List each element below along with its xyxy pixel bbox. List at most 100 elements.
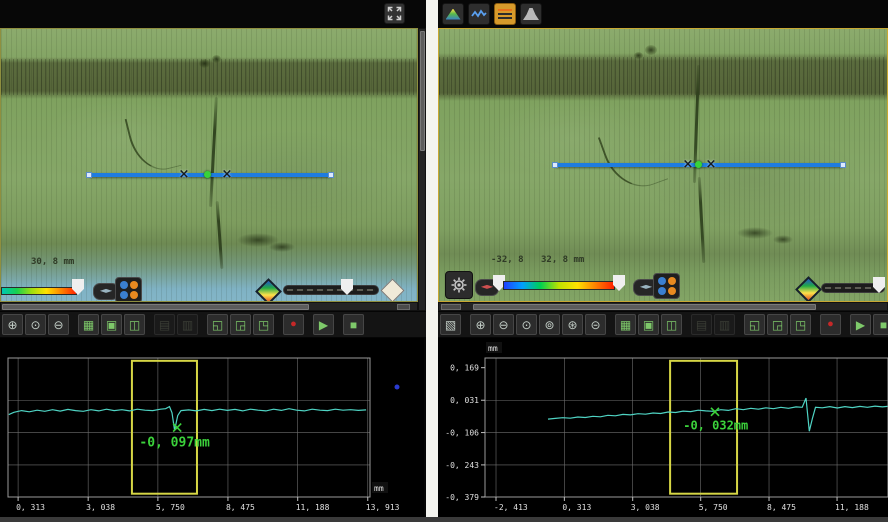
zoom-select-button[interactable]: ⊙ [516, 314, 537, 335]
overlay-tool-icon: ▤ [696, 319, 707, 331]
overlay-tool-button[interactable]: ▤ [691, 314, 712, 335]
settings-button[interactable] [445, 271, 473, 299]
blue-dot-icon [120, 281, 128, 289]
save-image-button[interactable]: ■ [343, 314, 364, 335]
right-image-viewport[interactable]: -32, 8 32, 8 mm [438, 28, 888, 302]
right-image-toolbar: ▧ ⊕ ⊖⊙⊚⊛ ⊝ ▦▣◫ ▤ ▥ ◱◲◳ ● ▶ ■ [438, 312, 888, 337]
gear-icon [450, 276, 468, 294]
horizontal-scroll-thumb[interactable] [473, 304, 816, 310]
opacity-slider-track[interactable] [283, 285, 379, 295]
height-map-mode-button[interactable] [442, 3, 464, 25]
svg-text:3, 038: 3, 038 [631, 503, 660, 512]
zoom-out-button[interactable]: ⊖ [48, 314, 69, 335]
compare-tool-button[interactable]: ▥ [714, 314, 735, 335]
zoom-reset-button[interactable]: ⊕ [2, 314, 23, 335]
surface-pit [212, 55, 221, 63]
line-endpoint-left[interactable] [86, 172, 92, 178]
svg-text:5, 750: 5, 750 [699, 503, 728, 512]
actual-size-button[interactable]: ▣ [638, 314, 659, 335]
compare-tool-button[interactable]: ▥ [177, 314, 198, 335]
right-depth-profile: -2, 4130, 3133, 0385, 7508, 47511, 1880,… [438, 338, 888, 522]
height-colorbar[interactable] [1, 287, 77, 295]
zoom-fit-button[interactable]: ⊚ [539, 314, 560, 335]
height-map-icon [446, 9, 461, 20]
line-endpoint-right[interactable] [840, 162, 846, 168]
profile-trace [9, 407, 366, 431]
save-image-icon: ■ [350, 319, 357, 331]
roi-box[interactable] [132, 361, 197, 494]
vertical-scroll-thumb[interactable] [420, 31, 425, 151]
zoom-region-2-icon: ◲ [235, 319, 246, 331]
blue-dot-icon [658, 287, 666, 295]
save-image-icon: ■ [880, 319, 887, 331]
display-dots-button[interactable] [115, 277, 142, 302]
export-image-button[interactable]: ▶ [313, 314, 334, 335]
zoom-region-3-button[interactable]: ◳ [253, 314, 274, 335]
line-center-point [204, 171, 211, 178]
zoom-out-icon: ⊖ [53, 319, 63, 331]
zoom-in-button[interactable]: ⊙ [25, 314, 46, 335]
left-horizontal-scrollbar[interactable] [0, 302, 418, 311]
profile-mode-button[interactable] [468, 3, 490, 25]
scrollbar-grip[interactable] [441, 304, 461, 310]
export-image-button[interactable]: ▶ [850, 314, 871, 335]
bottom-status-strip [0, 517, 888, 522]
line-endpoint-right[interactable] [328, 172, 334, 178]
record-button[interactable]: ● [820, 314, 841, 335]
layers-icon [498, 9, 512, 19]
svg-text:11, 188: 11, 188 [835, 503, 869, 512]
line-handle-x2[interactable] [704, 158, 718, 172]
peak-shape-icon [523, 8, 539, 20]
zoom-region-2-button[interactable]: ◲ [230, 314, 251, 335]
fit-width-button[interactable]: ◫ [124, 314, 145, 335]
record-icon: ● [827, 319, 834, 330]
zoom-out-button[interactable]: ⊖ [493, 314, 514, 335]
line-handle-x1[interactable] [681, 158, 695, 172]
svg-text:0, 313: 0, 313 [562, 503, 591, 512]
peak-shape-mode-button[interactable] [520, 3, 542, 25]
height-colorbar[interactable] [503, 281, 615, 290]
slider-dashes [287, 289, 375, 291]
orange-dot-icon [130, 281, 138, 289]
zoom-in-icon: ⊕ [475, 319, 485, 331]
record-button[interactable]: ● [283, 314, 304, 335]
zoom-region-1-button[interactable]: ◱ [744, 314, 765, 335]
fit-image-button[interactable]: ▦ [615, 314, 636, 335]
orange-dot-icon [668, 287, 676, 295]
zoom-prev-button[interactable]: ⊝ [585, 314, 606, 335]
zoom-in-icon: ⊙ [30, 319, 40, 331]
left-image-viewport[interactable]: 30, 8 mm [0, 28, 418, 302]
actual-size-button[interactable]: ▣ [101, 314, 122, 335]
overlay-tool-button[interactable]: ▤ [154, 314, 175, 335]
zoom-100-button[interactable]: ⊛ [562, 314, 583, 335]
left-vertical-scrollbar[interactable] [418, 28, 426, 311]
right-horizontal-scrollbar[interactable] [438, 302, 888, 311]
image-mode-button[interactable] [494, 3, 516, 25]
zoom-region-1-button[interactable]: ◱ [207, 314, 228, 335]
line-handle-x1[interactable] [177, 168, 191, 182]
zoom-region-3-icon: ◳ [258, 319, 269, 331]
zoom-region-3-button[interactable]: ◳ [790, 314, 811, 335]
height-scale-min: -32, 8 [491, 255, 524, 265]
fit-image-button[interactable]: ▦ [78, 314, 99, 335]
horizontal-scroll-thumb[interactable] [2, 304, 309, 310]
zoom-in-button[interactable]: ⊕ [470, 314, 491, 335]
line-endpoint-left[interactable] [552, 162, 558, 168]
fit-width-button[interactable]: ◫ [661, 314, 682, 335]
svg-text:3, 038: 3, 038 [86, 503, 115, 512]
display-dots-button[interactable] [653, 273, 680, 299]
zoom-prev-icon: ⊝ [590, 319, 600, 331]
zoom-region-2-button[interactable]: ◲ [767, 314, 788, 335]
svg-text:8, 475: 8, 475 [767, 503, 796, 512]
layout-button[interactable]: ▧ [440, 314, 461, 335]
svg-text:mm: mm [374, 484, 384, 493]
svg-text:-0, 243: -0, 243 [445, 461, 479, 470]
save-image-button[interactable]: ■ [873, 314, 888, 335]
export-image-icon: ▶ [319, 319, 328, 331]
scrollbar-button[interactable] [397, 304, 410, 310]
expand-view-button[interactable] [384, 3, 405, 24]
line-handle-x2[interactable] [220, 168, 234, 182]
svg-text:5, 750: 5, 750 [156, 503, 185, 512]
svg-text:mm: mm [488, 344, 498, 353]
line-center-point [695, 161, 702, 168]
